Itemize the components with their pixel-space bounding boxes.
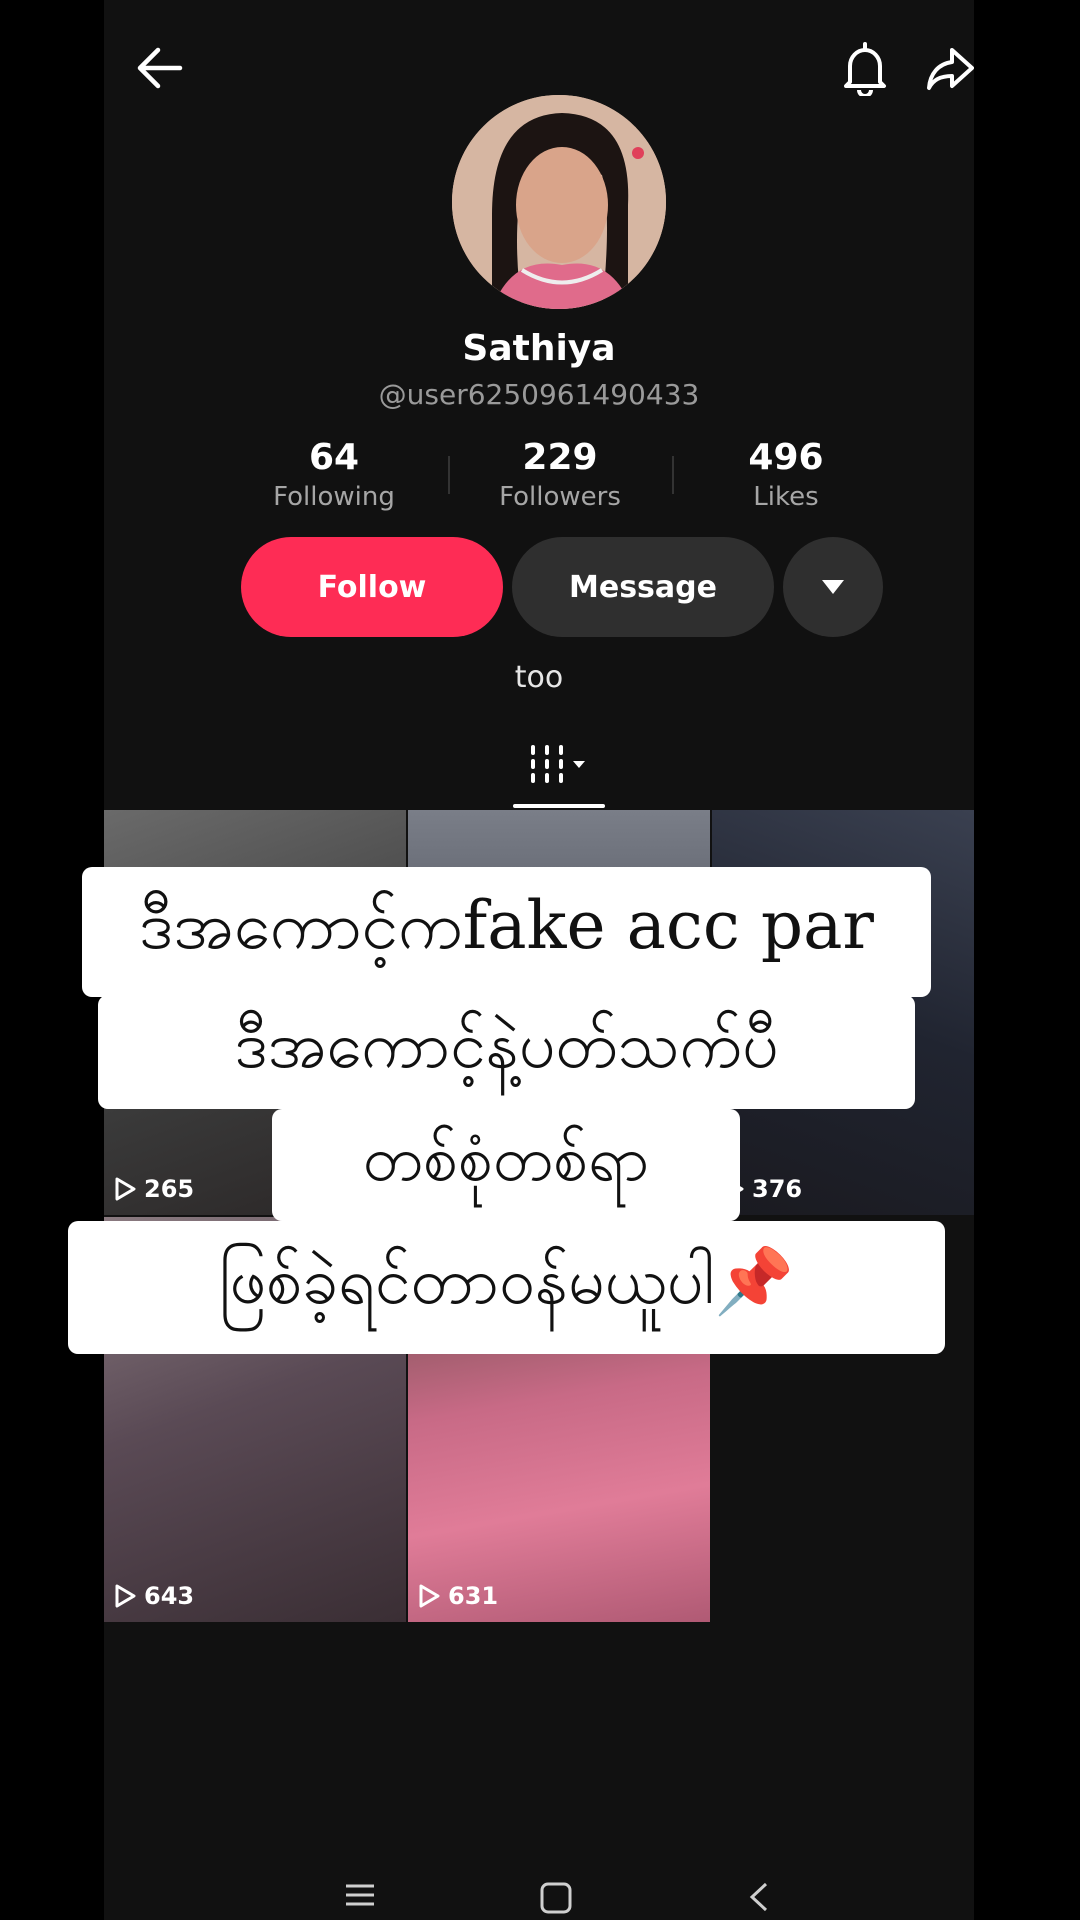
back-arrow-icon[interactable] (134, 44, 186, 92)
stat-label: Following (273, 482, 395, 512)
dropdown-triangle-icon (820, 578, 846, 596)
stat-label: Followers (499, 482, 621, 512)
tab-indicator (513, 804, 605, 808)
avatar[interactable] (452, 95, 666, 309)
view-count: 643 (114, 1582, 194, 1610)
stat-divider (448, 456, 450, 494)
view-count-value: 265 (144, 1175, 195, 1203)
bell-icon[interactable] (840, 42, 890, 96)
menu-icon[interactable] (342, 1880, 378, 1910)
stat-value: 496 (748, 437, 824, 478)
username: @user6250961490433 (378, 378, 700, 411)
caption-line-3: တစ်စုံတစ်ရာ (272, 1109, 740, 1221)
stat-label: Likes (753, 482, 819, 512)
view-count: 265 (114, 1175, 194, 1203)
grid-tab-icon[interactable] (529, 744, 589, 786)
stat-likes[interactable]: 496 Likes (686, 436, 886, 514)
home-square-icon[interactable] (538, 1880, 574, 1914)
message-button[interactable]: Message (512, 537, 774, 637)
bio: too (514, 660, 564, 695)
stat-followers[interactable]: 229 Followers (460, 436, 660, 514)
view-count: 631 (418, 1582, 498, 1610)
play-icon (115, 1584, 136, 1608)
caption-line-4: ဖြစ်ခဲ့ရင်တာဝန်မယူပါ📌 (68, 1221, 945, 1354)
follow-button[interactable]: Follow (241, 537, 503, 637)
more-options-button[interactable] (783, 537, 883, 637)
stat-value: 64 (308, 437, 360, 478)
view-count-value: 376 (752, 1175, 803, 1203)
stat-divider (672, 456, 674, 494)
play-icon (115, 1177, 136, 1201)
back-chevron-icon[interactable] (744, 1880, 774, 1914)
share-icon[interactable] (926, 44, 974, 92)
caption-line-2: ဒီအကောင့်နဲ့ပတ်သက်ပီ (98, 995, 915, 1109)
play-icon (419, 1584, 440, 1608)
stat-following[interactable]: 64 Following (234, 436, 434, 514)
display-name: Sathiya (462, 328, 616, 369)
view-count-value: 631 (448, 1582, 499, 1610)
caption-line-1: ဒီအကောင့်ကfake acc par (82, 867, 931, 997)
view-count-value: 643 (144, 1582, 195, 1610)
stat-value: 229 (522, 437, 598, 478)
